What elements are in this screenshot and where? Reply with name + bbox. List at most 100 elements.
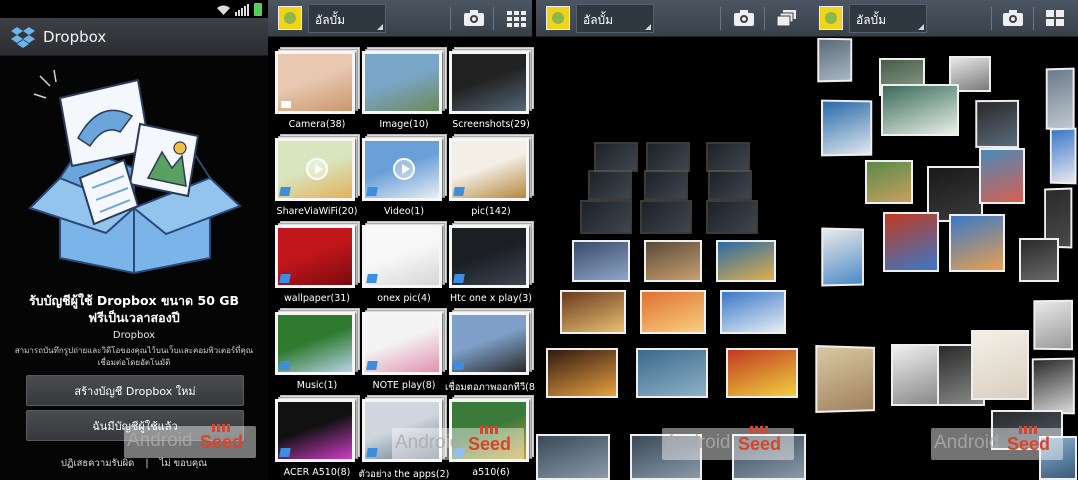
gallery-photo-tile[interactable]: [891, 344, 939, 406]
gallery-photo-tile[interactable]: [706, 200, 758, 234]
dropbox-badge-icon: [453, 361, 465, 370]
gallery-photo-tile[interactable]: [708, 170, 752, 200]
promo-description: สามารถบันทึกรูปถ่ายและวิดีโอของคุณไว้บนเ…: [14, 346, 254, 367]
album-label: pic(142): [471, 206, 511, 217]
album-item[interactable]: NOTE play(8): [362, 305, 452, 392]
gallery-app-icon[interactable]: [819, 6, 843, 30]
gallery-photo-tile[interactable]: [560, 290, 626, 334]
gallery-photo-tile[interactable]: [815, 345, 875, 413]
album-dropdown[interactable]: อัลบั้ม: [576, 4, 654, 33]
album-item[interactable]: onex pic(4): [362, 218, 452, 305]
gallery-3d-sphere-view[interactable]: [809, 38, 1078, 480]
gallery-app-icon[interactable]: [546, 6, 570, 30]
dropbox-badge-icon: [279, 361, 291, 370]
grid-view-icon[interactable]: [504, 8, 528, 28]
gallery-photo-tile[interactable]: [640, 290, 706, 334]
dropbox-screen: Dropbox รับบัญชีผู้ใช้ Dropbox ขนาด 50 G…: [0, 0, 268, 480]
gallery-photo-tile[interactable]: [1019, 238, 1059, 282]
album-thumbnail: [362, 312, 442, 375]
dropbox-badge-icon: [366, 187, 378, 196]
bar-divider: [764, 7, 765, 30]
gallery-photo-tile[interactable]: [646, 142, 690, 172]
gallery-photo-tile[interactable]: [580, 200, 632, 234]
album-dropdown[interactable]: อัลบั้ม: [849, 4, 927, 33]
gallery-photo-tile[interactable]: [1033, 299, 1073, 351]
gallery-photo-tile[interactable]: [821, 227, 864, 287]
camera-icon[interactable]: [1001, 8, 1025, 28]
play-icon: [393, 158, 415, 180]
bar-divider: [991, 7, 992, 30]
gallery-photo-tile[interactable]: [644, 170, 688, 200]
watermark-brand-a: Android: [665, 432, 731, 453]
gallery-photo-tile[interactable]: [636, 348, 708, 398]
gallery-photo-tile[interactable]: [817, 38, 853, 83]
gallery-photo-tile[interactable]: [644, 240, 702, 282]
gallery-app-icon[interactable]: [278, 6, 302, 30]
gallery-photo-tile[interactable]: [1045, 67, 1075, 131]
dropbox-open-box-illustration: [28, 69, 242, 275]
promo-headline: รับบัญชีผู้ใช้ Dropbox ขนาด 50 GB ฟรีเป็…: [0, 292, 268, 326]
gallery-3d-grid-view[interactable]: [536, 38, 809, 480]
no-thanks-link[interactable]: ไม่ ขอบคุณ: [160, 458, 207, 469]
album-dropdown[interactable]: อัลบั้ม: [308, 4, 386, 33]
album-dropdown-label: อัลบั้ม: [583, 13, 614, 27]
gallery-photo-tile[interactable]: [546, 348, 618, 398]
gallery-photo-tile[interactable]: [640, 200, 692, 234]
album-thumbnail: [449, 225, 529, 288]
gallery-photo-tile[interactable]: [726, 348, 798, 398]
album-item[interactable]: Screenshots(29): [449, 44, 539, 131]
album-item[interactable]: pic(142): [449, 131, 539, 218]
album-label: Camera(38): [288, 119, 346, 130]
watermark-brand-b: Seed: [1007, 426, 1051, 454]
album-item[interactable]: Htc one x play(3): [449, 218, 539, 305]
battery-icon: [254, 3, 262, 16]
album-item[interactable]: Image(10): [362, 44, 452, 131]
album-thumbnail: [449, 138, 529, 201]
album-label: wallpaper(31): [283, 293, 350, 304]
create-account-button[interactable]: สร้างบัญชี Dropbox ใหม่: [26, 375, 244, 406]
dropbox-badge-icon: [366, 361, 378, 370]
gallery-photo-tile[interactable]: [971, 330, 1029, 400]
gallery-photo-tile[interactable]: [536, 434, 610, 480]
gallery-photo-tile[interactable]: [594, 142, 638, 172]
watermark-brand-a: Android: [934, 432, 1000, 453]
camera-icon[interactable]: [732, 8, 756, 28]
album-thumbnail: [449, 51, 529, 114]
album-item[interactable]: Video(1): [362, 131, 452, 218]
watermark: Android Seed: [662, 426, 794, 460]
gallery-photo-tile[interactable]: [720, 290, 786, 334]
footer-separator: |: [145, 458, 149, 469]
album-item[interactable]: ShareViaWiFi(20): [275, 131, 365, 218]
album-item[interactable]: Music(1): [275, 305, 365, 392]
gallery-photo-tile[interactable]: [572, 240, 630, 282]
gallery-photo-tile[interactable]: [979, 148, 1025, 204]
gallery-photo-tile[interactable]: [883, 212, 939, 272]
album-label: Screenshots(29): [452, 119, 530, 130]
gallery-photo-tile[interactable]: [975, 99, 1020, 149]
album-grid: Camera(38) Image(10) Screenshots(29) ShareV…: [268, 38, 539, 480]
grid-view-icon[interactable]: [1043, 8, 1067, 28]
gallery-photo-tile[interactable]: [1031, 357, 1075, 415]
watermark: Android Seed: [392, 426, 524, 460]
gallery-photo-tile[interactable]: [716, 240, 776, 282]
gallery-photo-tile[interactable]: [865, 160, 913, 204]
album-item[interactable]: Camera(38): [275, 44, 365, 131]
gallery-photo-tile[interactable]: [821, 99, 873, 157]
gallery-action-bar: อัลบั้ม: [268, 0, 532, 37]
album-item[interactable]: wallpaper(31): [275, 218, 365, 305]
dropbox-logo-icon: [11, 26, 35, 48]
stack-view-icon[interactable]: [774, 8, 798, 28]
album-label: Image(10): [379, 119, 429, 130]
gallery-photo-tile[interactable]: [706, 142, 750, 172]
gallery-photo-tile[interactable]: [949, 214, 1005, 272]
gallery-photo-tile[interactable]: [881, 84, 959, 136]
album-thumbnail: [275, 399, 355, 462]
album-item[interactable]: ACER A510(8): [275, 392, 365, 479]
decline-link[interactable]: ปฏิเสธความรับผิด: [61, 458, 134, 469]
gallery-action-bar: อัลบั้ม: [809, 0, 1078, 37]
gallery-photo-tile[interactable]: [588, 170, 632, 200]
watermark-brand-a: Android: [127, 430, 193, 451]
gallery-photo-tile[interactable]: [1049, 127, 1077, 185]
camera-icon[interactable]: [462, 8, 486, 28]
album-item[interactable]: เชื่อมตอภาพออกทีวี(8): [445, 305, 539, 393]
